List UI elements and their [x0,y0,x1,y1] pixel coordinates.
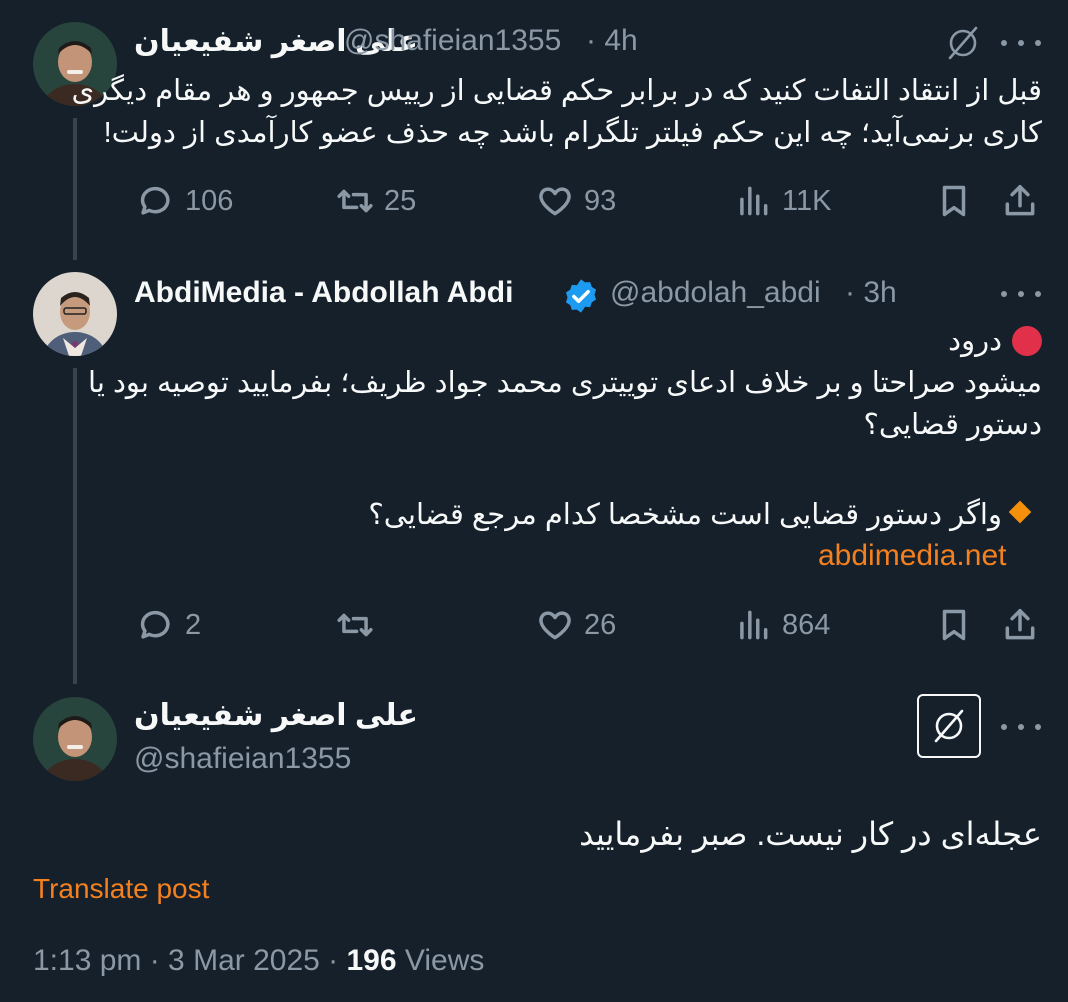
views-count: 11K [782,184,832,217]
views-label: Views [404,944,485,977]
avatar-image-3 [33,697,117,781]
red-circle-icon [1012,326,1042,356]
author-handle[interactable]: @shafieian1355 [134,742,351,776]
reply-button[interactable]: 106 [137,182,233,220]
repost-icon [337,613,373,637]
grok-icon[interactable] [917,694,981,758]
views-button[interactable]: 864 [734,606,830,644]
share-icon [1005,609,1035,640]
author-name[interactable]: AbdiMedia - Abdollah Abdi [134,276,513,310]
share-icon [1005,185,1035,216]
reply-button[interactable]: 2 [137,606,201,644]
more-icon[interactable] [1001,721,1041,733]
question-text: واگر دستور قضایی است مشخصا کدام مرجع قضا… [368,499,1002,531]
like-icon [539,187,571,216]
author-handle[interactable]: @abdolah_abdi [610,276,821,310]
views-icon [740,610,768,640]
main-tweet-text: عجله‌ای در کار نیست. صبر بفرمایید [579,816,1042,852]
tweet-text-line: درود [134,320,1042,362]
tweet-text-line: کاری برنمی‌آید؛ چه این حکم فیلتر تلگرام … [103,117,1042,149]
post-meta: 1:13 pm · 3 Mar 2025 · 196 Views [33,940,484,982]
repost-count: 25 [384,184,417,217]
views-icon [740,186,768,216]
bookmark-button[interactable] [935,606,973,644]
avatar[interactable] [33,697,117,781]
views-count: 196 [346,944,397,977]
more-icon[interactable] [1001,288,1041,300]
reply-count: 2 [185,608,202,641]
views-count: 864 [782,608,831,641]
author-handle[interactable]: @shafieian1355 [344,24,561,58]
like-count: 93 [584,184,617,217]
more-icon[interactable] [1001,37,1041,49]
tweet-text-line: میشود صراحتا و بر خلاف ادعای توییتری محم… [87,367,1042,399]
like-button[interactable]: 93 [536,182,616,220]
tweet-text-line: قبل از انتقاد التفات کنید که در برابر حک… [71,75,1042,107]
like-count: 26 [584,608,617,641]
link-abdimedia[interactable]: abdimedia.net [818,536,1006,576]
reply-count: 106 [185,184,234,217]
author-name[interactable]: علی اصغر شفیعیان [134,698,418,733]
post-time[interactable]: · 4h [586,24,638,58]
bookmark-icon [942,609,966,641]
tweet-text-line: واگر دستور قضایی است مشخصا کدام مرجع قضا… [134,494,1042,536]
bookmark-button[interactable] [935,182,973,220]
translate-post-link[interactable]: Translate post [33,870,209,908]
orange-diamond-icon [1008,500,1032,524]
reply-icon [140,186,170,215]
avatar[interactable] [33,272,117,356]
bookmark-icon [942,185,966,217]
avatar-image-2 [33,272,117,356]
post-timestamp[interactable]: 1:13 pm · 3 Mar 2025 · [33,944,338,977]
views-button[interactable]: 11K [734,182,831,220]
repost-button[interactable]: 25 [336,182,416,220]
share-button[interactable] [1001,606,1039,644]
grok-icon[interactable] [944,24,982,62]
tweet-text-line: دستور قضایی؟ [863,409,1043,441]
greeting-text: درود [948,325,1002,357]
share-button[interactable] [1001,182,1039,220]
thread-line-2 [73,368,77,684]
thread-line-1 [73,118,77,260]
repost-icon [337,189,373,213]
like-icon [539,611,571,640]
repost-button[interactable] [336,606,384,644]
post-time[interactable]: · 3h [845,276,897,310]
reply-icon [140,610,170,639]
verified-badge-icon [562,277,600,315]
like-button[interactable]: 26 [536,606,616,644]
